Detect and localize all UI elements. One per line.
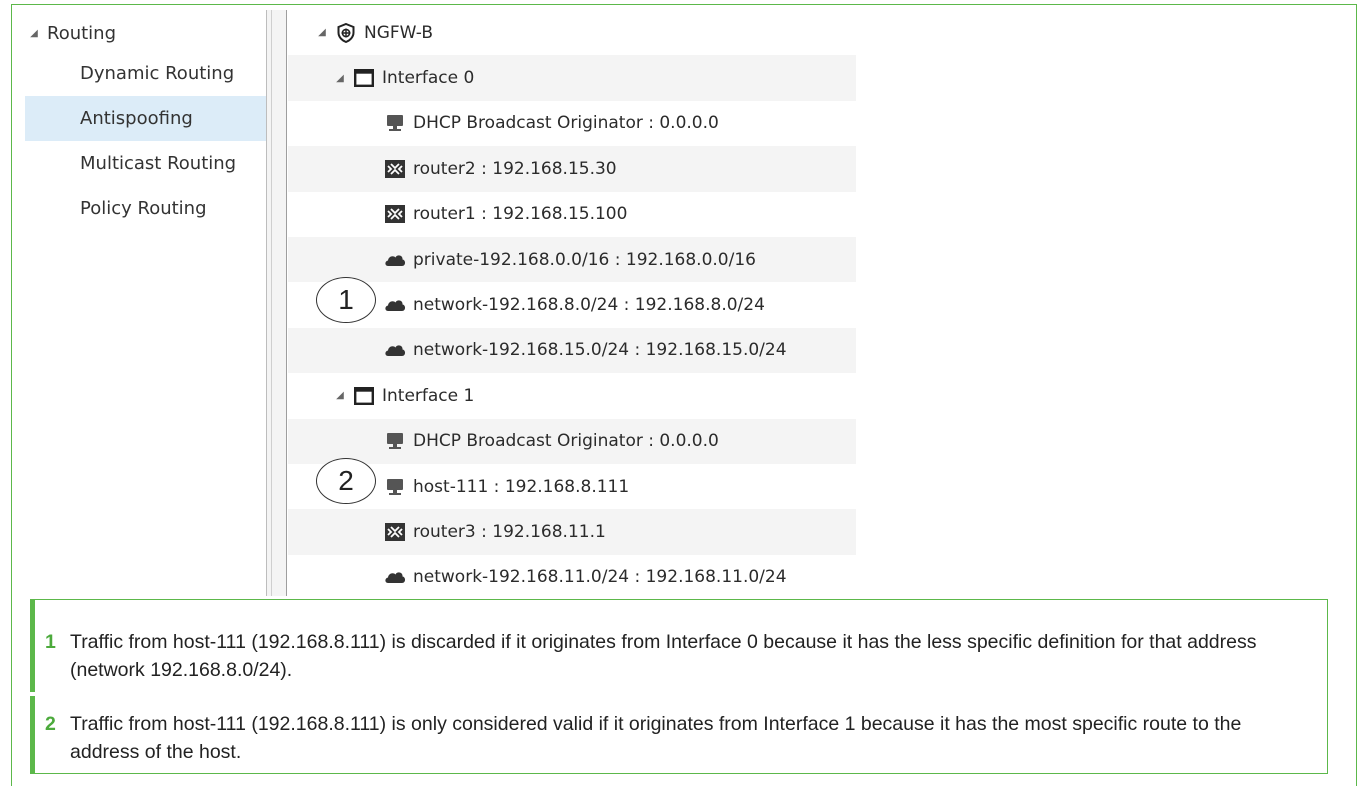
note-divider [30,692,35,696]
tree-item-label: DHCP Broadcast Originator : 0.0.0.0 [413,113,719,134]
tree-item-label: host-111 : 192.168.8.111 [413,476,630,497]
collapse-triangle-icon[interactable]: ◢ [21,28,47,39]
tree-item-label: private-192.168.0.0/16 : 192.168.0.0/16 [413,249,756,270]
tree-node-interface-0[interactable]: ◢ Interface 0 [288,55,856,101]
tree-item-label: DHCP Broadcast Originator : 0.0.0.0 [413,431,719,452]
tree-item-label: network-192.168.8.0/24 : 192.168.8.0/24 [413,295,765,316]
network-icon [384,567,406,587]
network-icon [384,295,406,315]
note-2: 2 Traffic from host-111 (192.168.8.111) … [45,710,1310,766]
tree-item-label: router3 : 192.168.11.1 [413,521,606,542]
nav-item-policy-routing[interactable]: Policy Routing [25,186,267,231]
tree-node-ngfw-b[interactable]: ◢ NGFW-B [288,10,856,55]
expand-triangle-icon[interactable]: ◢ [333,390,347,401]
routing-nav: ◢ Routing Dynamic Routing Antispoofing M… [25,15,267,231]
tree-item-label: router1 : 192.168.15.100 [413,204,628,225]
network-icon [384,340,406,360]
nav-item-dynamic-routing[interactable]: Dynamic Routing [25,51,267,96]
note-text: Traffic from host-111 (192.168.8.111) is… [70,713,1242,763]
note-1: 1 Traffic from host-111 (192.168.8.111) … [45,628,1310,684]
note-text: Traffic from host-111 (192.168.8.111) is… [70,631,1257,681]
nav-item-label: Dynamic Routing [80,63,235,84]
tree-item[interactable]: network-192.168.11.0/24 : 192.168.11.0/2… [288,555,856,600]
router-icon [384,204,406,224]
tree-item[interactable]: DHCP Broadcast Originator : 0.0.0.0 [288,101,856,146]
tree-item-label: NGFW-B [364,22,433,43]
tree-node-interface-1[interactable]: ◢ Interface 1 [288,373,856,418]
nav-routing-header[interactable]: ◢ Routing [25,15,267,51]
network-icon [384,250,406,270]
callout-2: 2 [316,458,376,504]
splitter-handle[interactable] [266,10,287,596]
router-icon [384,159,406,179]
nav-routing-label: Routing [47,22,117,44]
tree-item[interactable]: router2 : 192.168.15.30 [288,146,856,192]
host-icon [384,431,406,451]
tree-item-label: network-192.168.11.0/24 : 192.168.11.0/2… [413,567,787,588]
tree-item[interactable]: network-192.168.15.0/24 : 192.168.15.0/2… [288,327,856,374]
tree-item-label: network-192.168.15.0/24 : 192.168.15.0/2… [413,340,787,361]
nav-item-antispoofing[interactable]: Antispoofing [25,96,267,141]
interface-icon [353,386,375,406]
callout-1: 1 [316,277,376,323]
note-number: 2 [45,713,56,735]
tree-item-label: Interface 0 [382,68,475,89]
host-icon [384,113,406,133]
nav-item-label: Multicast Routing [80,153,237,174]
tree-item[interactable]: private-192.168.0.0/16 : 192.168.0.0/16 [288,236,856,283]
tree-item-label: Interface 1 [382,385,475,406]
nav-item-multicast-routing[interactable]: Multicast Routing [25,141,267,186]
notes-box: 1 Traffic from host-111 (192.168.8.111) … [30,599,1328,774]
router-icon [384,522,406,542]
expand-triangle-icon[interactable]: ◢ [315,27,329,38]
tree-item[interactable]: DHCP Broadcast Originator : 0.0.0.0 [288,418,856,464]
tree-item[interactable]: router1 : 192.168.15.100 [288,192,856,237]
nav-item-label: Policy Routing [80,198,207,219]
expand-triangle-icon[interactable]: ◢ [333,73,347,84]
tree-item-label: router2 : 192.168.15.30 [413,158,617,179]
host-icon [384,477,406,497]
note-number: 1 [45,631,56,653]
interface-icon [353,68,375,88]
tree-item[interactable]: router3 : 192.168.11.1 [288,509,856,555]
nav-item-label: Antispoofing [80,108,193,129]
shield-icon [335,22,357,43]
